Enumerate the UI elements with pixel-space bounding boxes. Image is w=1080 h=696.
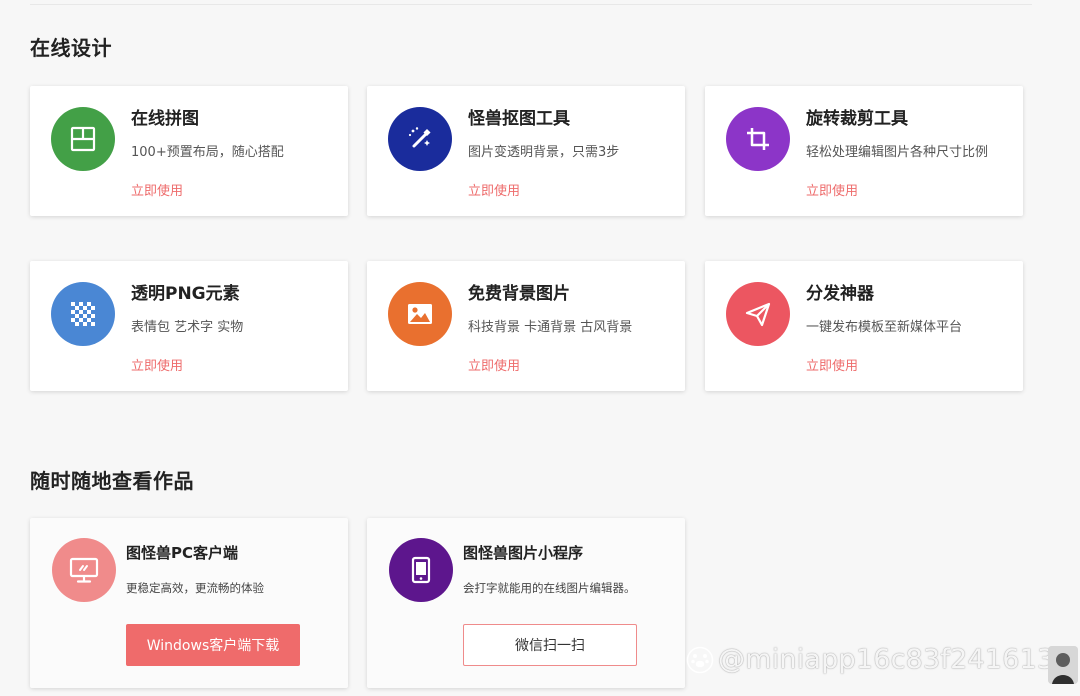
client-card-title: 图怪兽图片小程序: [463, 544, 584, 562]
client-card-pc: 图怪兽PC客户端 更稳定高效，更流畅的体验 Windows客户端下载: [30, 518, 348, 688]
paw-logo-icon: [686, 646, 714, 674]
mini-program-icon-circle: [389, 538, 453, 602]
tool-card-description: 100+预置布局，随心搭配: [131, 145, 284, 160]
use-now-link[interactable]: 立即使用: [468, 358, 520, 376]
tool-card-cutout[interactable]: 怪兽抠图工具 图片变透明背景，只需3步 立即使用: [367, 86, 685, 216]
wechat-scan-button[interactable]: 微信扫一扫: [463, 624, 637, 666]
cutout-icon-circle: [388, 107, 452, 171]
collage-layout-icon: [70, 126, 96, 152]
tool-card-title: 在线拼图: [131, 109, 199, 129]
tool-card-collage[interactable]: 在线拼图 100+预置布局，随心搭配 立即使用: [30, 86, 348, 216]
backgrounds-icon-circle: [388, 282, 452, 346]
tablet-icon: [411, 556, 431, 584]
use-now-link[interactable]: 立即使用: [131, 358, 183, 376]
magic-wand-icon: [408, 127, 431, 148]
client-card-description: 更稳定高效，更流畅的体验: [126, 581, 264, 595]
monitor-icon: [69, 557, 99, 583]
image-icon: [408, 304, 432, 324]
top-divider: [30, 4, 1032, 5]
tool-card-title: 分发神器: [806, 284, 874, 304]
windows-client-download-button[interactable]: Windows客户端下载: [126, 624, 300, 666]
avatar-icon: [1048, 646, 1078, 684]
tool-card-title: 旋转裁剪工具: [806, 109, 908, 129]
checkerboard-icon: [71, 302, 95, 326]
use-now-link[interactable]: 立即使用: [806, 183, 858, 201]
use-now-link[interactable]: 立即使用: [468, 183, 520, 201]
tool-card-transparent-png[interactable]: 透明PNG元素 表情包 艺术字 实物 立即使用: [30, 261, 348, 391]
tool-card-title: 怪兽抠图工具: [468, 109, 570, 129]
tool-card-title: 免费背景图片: [468, 284, 570, 304]
client-card-description: 会打字就能用的在线图片编辑器。: [463, 581, 636, 595]
tool-card-description: 图片变透明背景，只需3步: [468, 145, 620, 160]
use-now-link[interactable]: 立即使用: [806, 358, 858, 376]
transparent-png-icon-circle: [51, 282, 115, 346]
tool-card-description: 表情包 艺术字 实物: [131, 320, 244, 335]
watermark-avatar: [1048, 646, 1078, 684]
tool-card-description: 科技背景 卡通背景 古风背景: [468, 320, 633, 335]
use-now-link[interactable]: 立即使用: [131, 183, 183, 201]
crop-icon-circle: [726, 107, 790, 171]
client-card-title: 图怪兽PC客户端: [126, 544, 239, 562]
tool-card-distribution[interactable]: 分发神器 一键发布模板至新媒体平台 立即使用: [705, 261, 1023, 391]
pc-client-icon-circle: [52, 538, 116, 602]
section-title-online-design: 在线设计: [30, 36, 112, 60]
distribution-icon-circle: [726, 282, 790, 346]
tool-card-backgrounds[interactable]: 免费背景图片 科技背景 卡通背景 古风背景 立即使用: [367, 261, 685, 391]
collage-icon-circle: [51, 107, 115, 171]
tool-card-crop[interactable]: 旋转裁剪工具 轻松处理编辑图片各种尺寸比例 立即使用: [705, 86, 1023, 216]
section-title-anytime-view: 随时随地查看作品: [30, 469, 194, 493]
tool-card-description: 轻松处理编辑图片各种尺寸比例: [806, 145, 989, 160]
paper-plane-icon: [745, 302, 771, 327]
tool-card-description: 一键发布模板至新媒体平台: [806, 320, 963, 335]
watermark: @miniapp16c83f241613: [686, 638, 1054, 682]
crop-icon: [747, 128, 769, 150]
watermark-text: @miniapp16c83f241613: [718, 644, 1055, 675]
tool-card-title: 透明PNG元素: [131, 284, 240, 304]
client-card-mini-program: 图怪兽图片小程序 会打字就能用的在线图片编辑器。 微信扫一扫: [367, 518, 685, 688]
